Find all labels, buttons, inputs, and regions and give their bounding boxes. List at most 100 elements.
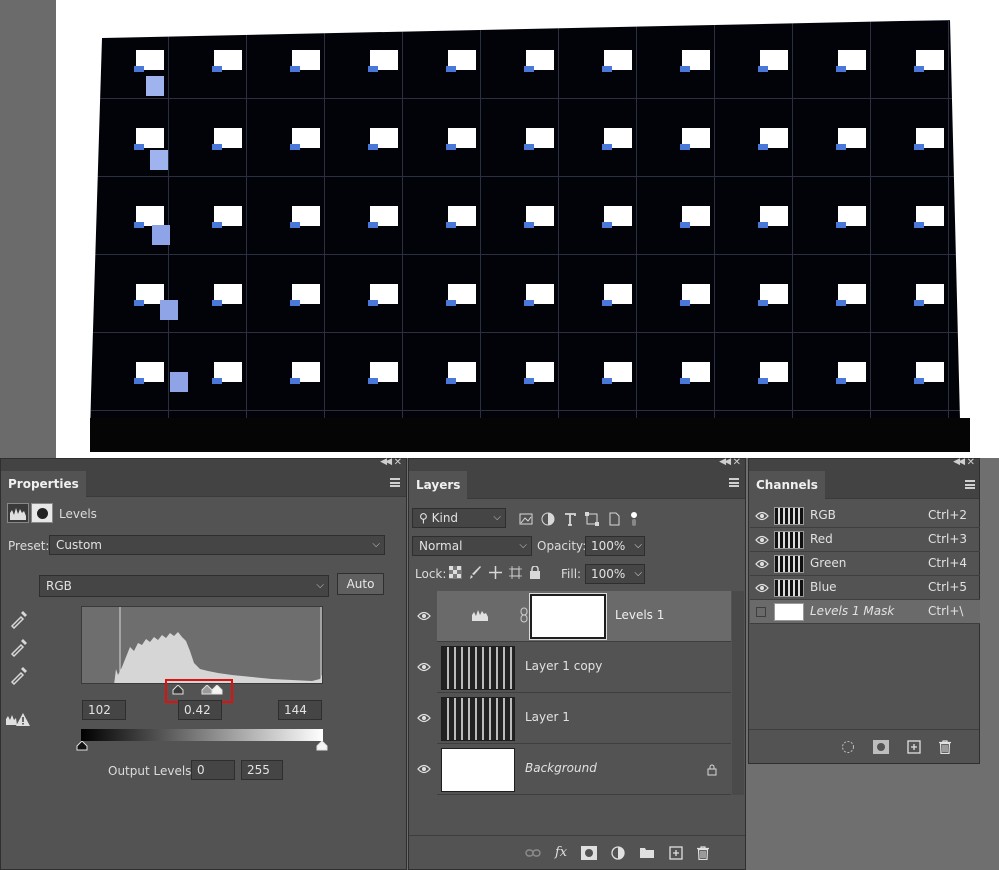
input-gamma-field[interactable] [178,700,222,720]
adjustment-layer-icon[interactable] [611,845,625,860]
fx-icon[interactable]: fx [555,845,567,860]
shape-filter-icon[interactable] [585,512,599,526]
channel-item-red[interactable]: Red Ctrl+3 [750,528,980,552]
layer-thumbnail [441,748,515,792]
black-point-eyedropper-icon[interactable] [9,609,29,629]
opacity-field[interactable]: 100% ⌵ [585,536,645,556]
channel-name: RGB [810,508,836,522]
filter-kind-value: Kind [431,511,459,525]
table-row[interactable]: Layer 1 copy [409,642,745,693]
trash-icon[interactable] [939,740,951,754]
layer-mask-thumbnail[interactable] [529,593,607,640]
smart-object-filter-icon[interactable] [607,512,621,526]
panel-menu-icon[interactable] [965,480,975,489]
output-white-field[interactable] [241,760,283,780]
channel-item-rgb[interactable]: RGB Ctrl+2 [750,504,980,528]
document-canvas[interactable] [56,0,999,458]
lock-icon[interactable] [529,566,541,579]
new-channel-icon[interactable] [907,740,921,754]
mask-icon[interactable] [31,503,53,523]
blend-mode-dropdown[interactable]: Normal ⌵ [412,536,532,556]
layers-scrollbar[interactable] [732,591,744,795]
folder-icon[interactable] [639,846,655,859]
channel-item-blue[interactable]: Blue Ctrl+5 [750,576,980,600]
pixel-filter-icon[interactable] [519,512,533,526]
channel-shortcut: Ctrl+4 [928,556,968,570]
eye-icon[interactable] [755,535,769,545]
collapse-icon[interactable]: ◀◀ [380,457,392,467]
preset-dropdown[interactable]: Custom ⌵ [49,535,385,555]
tab-layers[interactable]: Layers [409,471,468,499]
properties-panel: ◀◀ ✕ Properties Levels Preset: Custom ⌵ … [0,457,407,870]
auto-button[interactable]: Auto [337,573,384,595]
tab-properties[interactable]: Properties [1,471,86,497]
close-icon[interactable]: ✕ [733,457,741,468]
layers-panel: ◀◀ ✕ Layers ⚲ Kind ⌵ Normal ⌵ Opacity: 1… [408,457,746,870]
layers-footer: fx [409,835,745,869]
chevron-down-icon: ⌵ [634,540,642,551]
output-gradient-bar [81,729,323,741]
layer-item-layer-1[interactable]: Layer 1 [437,693,731,744]
output-white-slider[interactable] [316,741,328,751]
channel-name: Red [810,532,833,546]
fill-value: 100% [591,567,626,581]
close-icon[interactable]: ✕ [394,457,402,468]
chevron-down-icon: ⌵ [634,568,642,579]
table-row[interactable]: Background [409,744,745,795]
layer-name: Layer 1 copy [525,659,603,673]
channel-item-levels-1-mask[interactable]: Levels 1 Mask Ctrl+\ [750,600,980,624]
filter-toggle-icon[interactable] [629,511,639,527]
output-black-field[interactable] [191,760,235,780]
new-layer-icon[interactable] [669,845,683,860]
mask-icon[interactable] [873,740,889,754]
building-photo [90,20,970,452]
panel-menu-icon[interactable] [729,478,739,487]
output-black-slider[interactable] [76,741,88,751]
lock-move-icon[interactable] [489,566,502,579]
input-black-field[interactable] [82,700,126,720]
collapse-icon[interactable]: ◀◀ [719,457,731,467]
adjustment-filter-icon[interactable] [541,512,555,526]
panel-menu-icon[interactable] [390,478,400,487]
lock-transparent-icon[interactable] [449,566,462,579]
channel-name: Green [810,556,847,570]
eye-icon[interactable] [417,662,431,672]
layer-list: Levels 1 Layer 1 copy Layer 1 Background [409,591,745,836]
eye-icon[interactable] [755,583,769,593]
channel-dropdown[interactable]: RGB ⌵ [39,575,329,597]
eye-icon[interactable] [755,511,769,521]
layer-filter-kind-dropdown[interactable]: ⚲ Kind ⌵ [412,508,506,528]
trash-icon[interactable] [697,845,710,860]
tab-channels[interactable]: Channels [749,471,825,499]
eye-icon[interactable] [417,764,431,774]
eye-icon[interactable] [755,559,769,569]
link-icon[interactable] [520,607,528,623]
eye-icon[interactable] [417,713,431,723]
panel-topbar: ◀◀ ✕ [1,457,406,471]
adjustment-name: Levels [59,507,97,521]
lock-artboard-icon[interactable] [509,566,522,579]
collapse-icon[interactable]: ◀◀ [953,457,965,467]
mask-icon[interactable] [581,845,598,860]
gray-point-eyedropper-icon[interactable] [9,637,29,657]
layer-item-background[interactable]: Background [437,744,731,795]
link-layers-icon[interactable] [525,847,541,859]
close-icon[interactable]: ✕ [967,457,975,468]
layer-item-layer-1-copy[interactable]: Layer 1 copy [437,642,731,693]
type-filter-icon[interactable] [563,512,577,526]
table-row[interactable]: Layer 1 [409,693,745,744]
channel-shortcut: Ctrl+\ [928,604,964,618]
eye-icon[interactable] [417,611,431,621]
fill-field[interactable]: 100% ⌵ [585,564,645,584]
white-point-eyedropper-icon[interactable] [9,665,29,685]
input-white-field[interactable] [278,700,322,720]
layer-thumbnail [441,646,515,690]
levels-adjustment-icon[interactable] [7,503,29,523]
lock-brush-icon[interactable] [469,566,482,579]
layer-item-levels-1[interactable]: Levels 1 [437,591,731,642]
clipping-warning-icon[interactable] [5,711,31,727]
channel-item-green[interactable]: Green Ctrl+4 [750,552,980,576]
table-row[interactable]: Levels 1 [409,591,745,642]
load-selection-icon[interactable] [841,740,855,754]
visibility-checkbox[interactable] [756,607,766,617]
